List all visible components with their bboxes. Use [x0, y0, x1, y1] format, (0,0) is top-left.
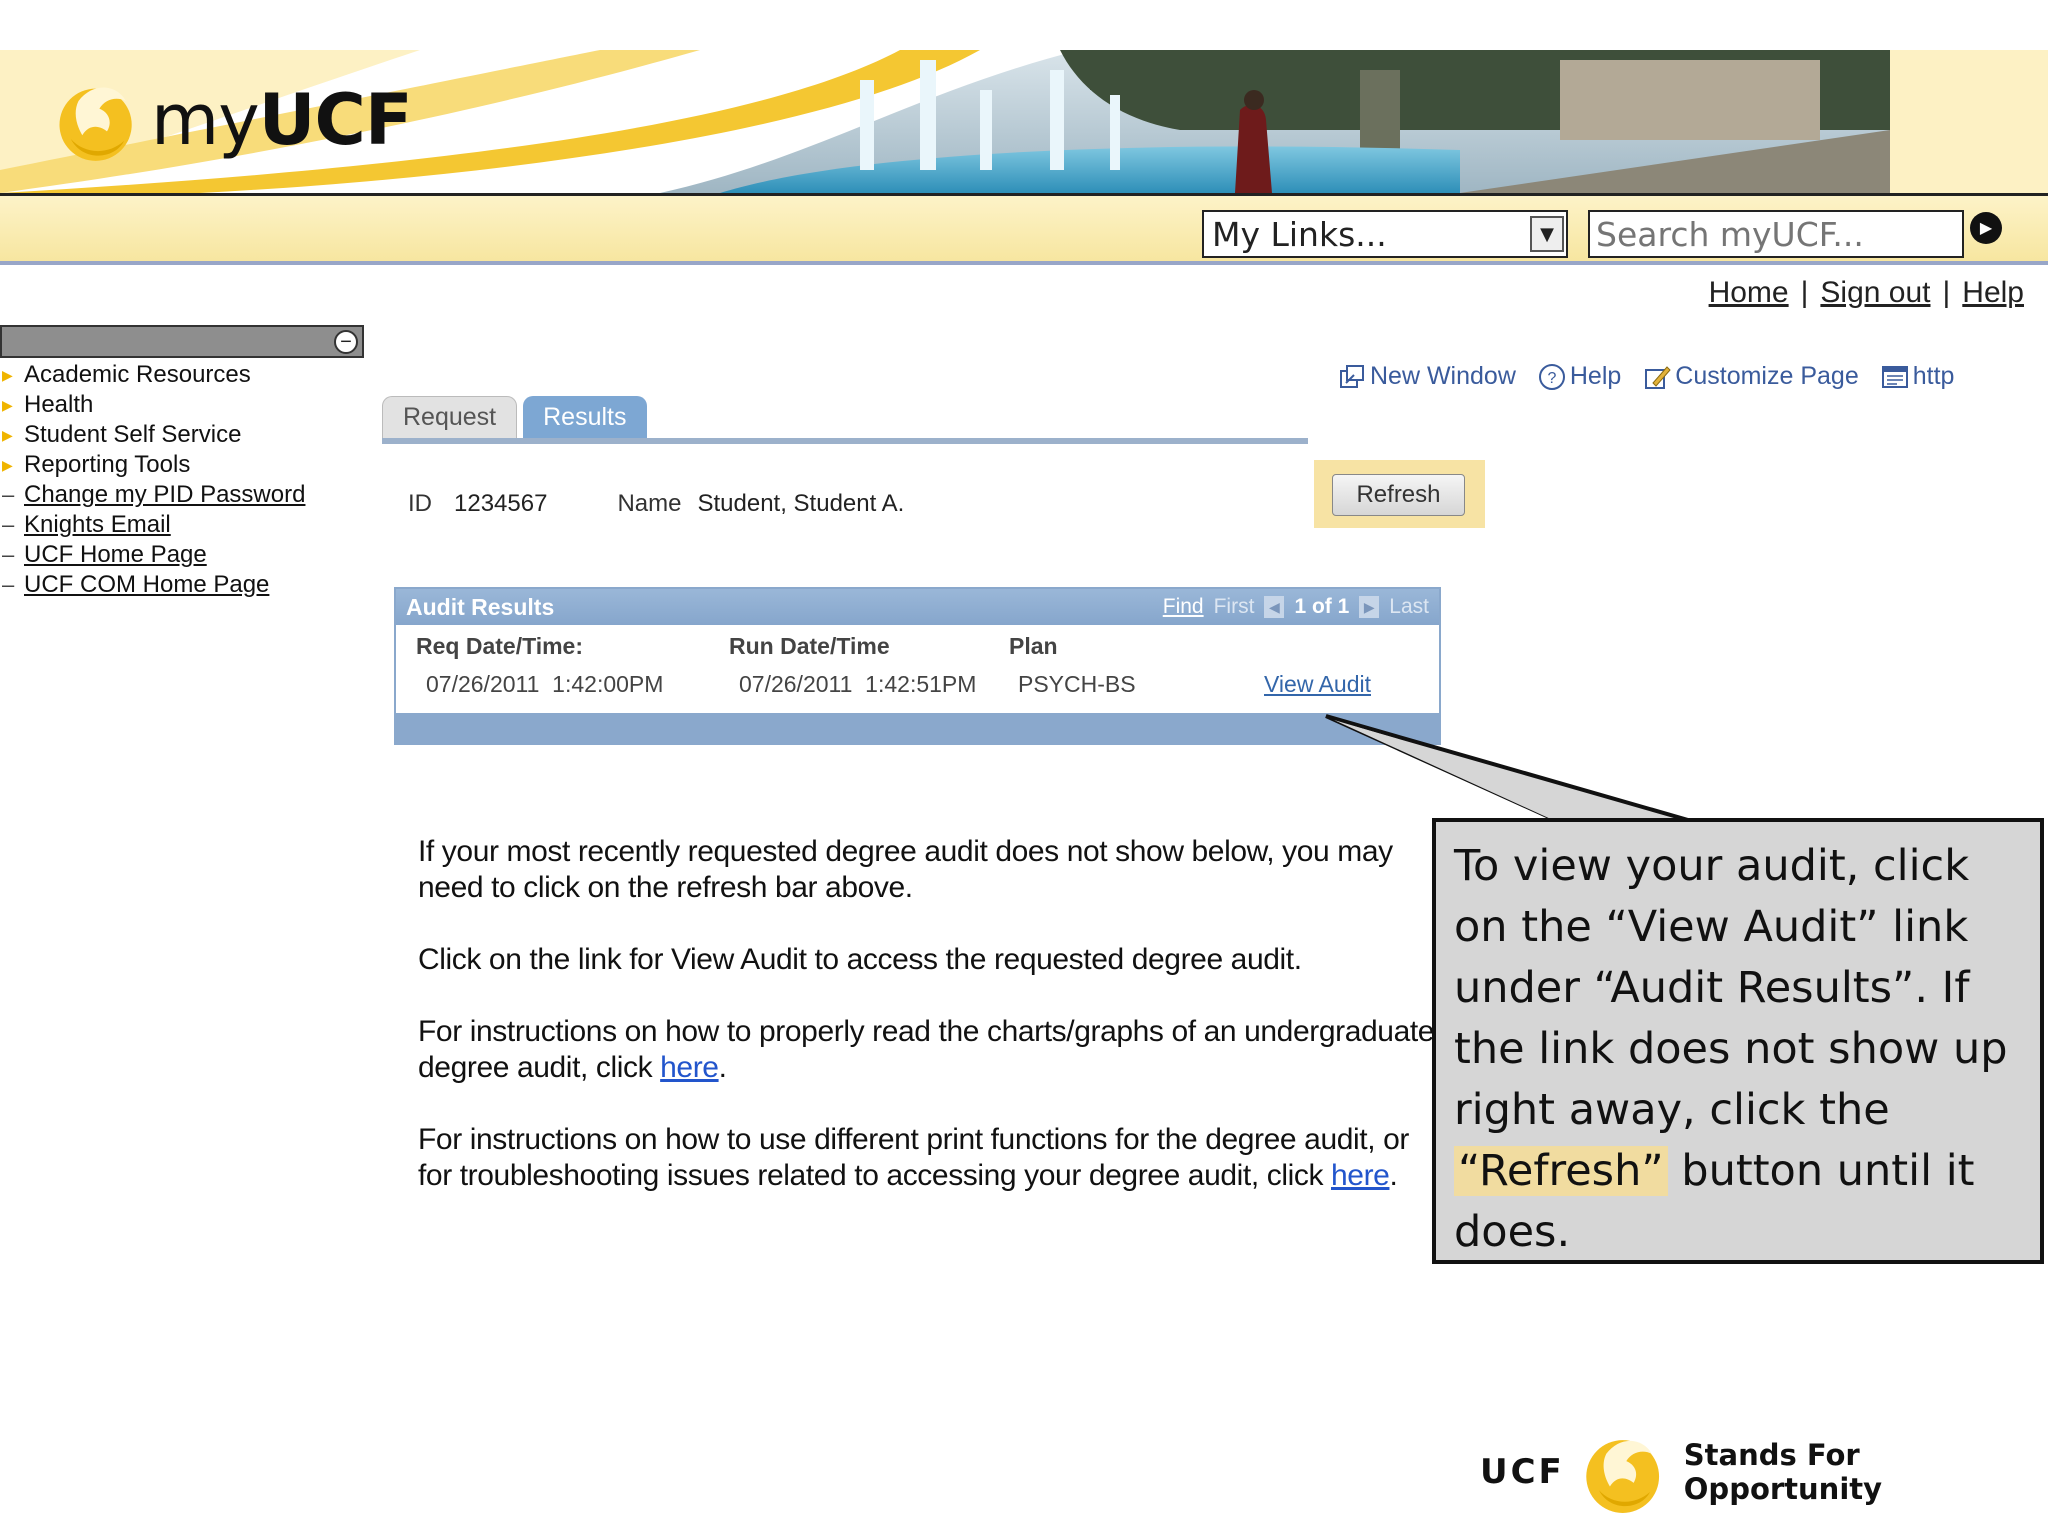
audit-results-grid: Audit Results Find First ◀ 1 of 1 ▶ Last…: [394, 587, 1441, 745]
triangle-right-icon: ▶: [2, 396, 13, 413]
sidebar-item-health[interactable]: ▶ Health: [0, 390, 305, 420]
last-link[interactable]: Last: [1389, 595, 1429, 619]
myucf-logo[interactable]: myUCF: [50, 70, 413, 170]
new-window-link[interactable]: New Window: [1338, 362, 1516, 391]
pegasus-logo-icon: [59, 87, 132, 161]
footer-ucf-wordmark: UCF: [1480, 1452, 1565, 1492]
page-help-link[interactable]: ? Help: [1538, 362, 1621, 391]
req-datetime-value: 07/26/2011 1:42:00PM: [426, 671, 664, 697]
sidebar-item-student-self-service[interactable]: ▶ Student Self Service: [0, 420, 305, 450]
sidebar-item-academic-resources[interactable]: ▶ Academic Resources: [0, 360, 305, 390]
grid-footer: [396, 713, 1439, 743]
grid-column-headers: Req Date/Time: Run Date/Time Plan: [396, 625, 1439, 669]
print-help-here-link[interactable]: here: [1331, 1159, 1390, 1192]
name-value: Student, Student A.: [697, 490, 905, 517]
home-link[interactable]: Home: [1709, 276, 1789, 309]
view-audit-link[interactable]: View Audit: [1264, 671, 1371, 698]
header-links: Home | Sign out | Help: [1709, 276, 2024, 310]
collapse-icon[interactable]: −: [334, 330, 358, 354]
help-link[interactable]: Help: [1962, 276, 2024, 309]
footer-tagline: Stands For Opportunity: [1683, 1438, 1883, 1506]
url-icon: [1881, 365, 1908, 388]
portal-toolbar: My Links... ▼ ▶: [0, 193, 2048, 265]
dash-icon: –: [2, 512, 15, 537]
sidebar-menu: ▶ Academic Resources ▶ Health ▶ Student Sel…: [0, 360, 305, 600]
student-info-row: ID 1234567 Name Student, Student A.: [408, 490, 904, 518]
refresh-highlight-text: “Refresh”: [1454, 1146, 1668, 1196]
dash-icon: –: [2, 542, 15, 567]
grid-header: Audit Results Find First ◀ 1 of 1 ▶ Last: [396, 589, 1439, 625]
tab-underline: [382, 438, 1308, 444]
instruction-callout: To view your audit, click on the “View A…: [1432, 818, 2044, 1264]
instruction-view-audit: Click on the link for View Audit to acce…: [418, 943, 1302, 976]
sign-out-link[interactable]: Sign out: [1820, 276, 1930, 309]
tab-results[interactable]: Results: [523, 396, 647, 438]
pegasus-logo-icon: [1586, 1440, 1659, 1513]
link-separator: |: [1942, 276, 1951, 309]
sidebar-link-ucf-home-page: – UCF Home Page: [2, 541, 207, 568]
dash-icon: –: [2, 572, 15, 597]
sidebar-link-change-pid-password: – Change my PID Password: [2, 481, 306, 508]
sidebar-header: −: [0, 325, 364, 358]
site-banner: myUCF: [0, 50, 2048, 193]
instruction-read-charts: For instructions on how to properly read…: [418, 1015, 1435, 1084]
next-arrow-icon[interactable]: ▶: [1359, 596, 1380, 618]
grid-navigation: Find First ◀ 1 of 1 ▶ Last: [1163, 595, 1429, 619]
campus-fountain-photo: [660, 50, 1890, 193]
triangle-right-icon: ▶: [2, 366, 13, 383]
instruction-print: For instructions on how to use different…: [418, 1123, 1409, 1192]
triangle-right-icon: ▶: [2, 456, 13, 473]
page-tools: New Window ? Help Customize Page http: [1338, 362, 1954, 391]
link-separator: |: [1800, 276, 1809, 309]
sidebar-item-reporting-tools[interactable]: ▶ Reporting Tools: [0, 450, 305, 480]
id-label: ID: [408, 490, 432, 517]
chevron-down-icon[interactable]: ▼: [1530, 216, 1564, 252]
grid-title: Audit Results: [406, 593, 555, 620]
instruction-refresh: If your most recently requested degree a…: [418, 835, 1393, 904]
instructions: If your most recently requested degree a…: [418, 834, 1438, 1230]
pencil-edit-icon: [1645, 365, 1671, 389]
tab-request[interactable]: Request: [382, 396, 518, 438]
read-charts-here-link[interactable]: here: [660, 1051, 719, 1084]
table-row: 07/26/2011 1:42:00PM 07/26/2011 1:42:51P…: [396, 669, 1439, 709]
sidebar-link-ucf-com-home-page: – UCF COM Home Page: [2, 571, 270, 598]
col-run-datetime: Run Date/Time: [729, 633, 890, 659]
first-link[interactable]: First: [1214, 595, 1255, 619]
row-count: 1 of 1: [1294, 595, 1350, 618]
search-go-icon[interactable]: ▶: [1970, 212, 2002, 244]
customize-page-link[interactable]: Customize Page: [1643, 362, 1859, 391]
my-links-dropdown[interactable]: My Links... ▼: [1202, 210, 1568, 258]
new-window-icon: [1340, 364, 1364, 388]
refresh-button[interactable]: Refresh: [1332, 474, 1465, 516]
dash-icon: –: [2, 482, 15, 507]
search-input[interactable]: [1588, 210, 1964, 258]
sidebar-link-knights-email: – Knights Email: [2, 511, 171, 538]
previous-arrow-icon[interactable]: ◀: [1264, 596, 1285, 618]
col-plan: Plan: [1009, 633, 1058, 659]
svg-text:?: ?: [1547, 370, 1556, 387]
col-req-datetime: Req Date/Time:: [416, 633, 584, 659]
name-label: Name: [617, 490, 682, 517]
ucf-footer: UCF Stands For Opportunity: [1480, 1424, 2048, 1520]
my-links-value: My Links...: [1212, 214, 1387, 254]
id-value: 1234567: [454, 490, 548, 517]
help-icon: ?: [1538, 363, 1565, 390]
plan-value: PSYCH-BS: [1018, 671, 1136, 697]
audit-tabs: Request Results: [382, 396, 647, 438]
run-datetime-value: 07/26/2011 1:42:51PM: [739, 671, 977, 697]
logo-wordmark: myUCF: [151, 79, 413, 161]
triangle-right-icon: ▶: [2, 426, 13, 443]
find-link[interactable]: Find: [1163, 595, 1204, 619]
http-link[interactable]: http: [1881, 362, 1954, 391]
